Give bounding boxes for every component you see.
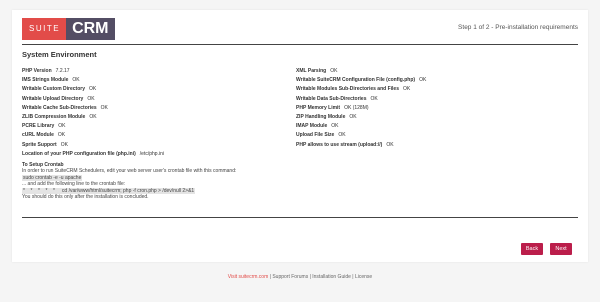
check-value: OK [419, 77, 427, 84]
check-row: Writable Upload Directory OK [22, 95, 292, 104]
check-row: PHP Memory Limit OK (128M) [296, 104, 576, 113]
check-label: Writable Custom Directory [22, 86, 85, 93]
right-checks: XML Parsing OK Writable SuiteCRM Configur… [296, 67, 576, 150]
check-value: OK (128M) [344, 104, 369, 111]
check-label: PCRE Library [22, 123, 55, 130]
footer: Visit suitecrm.com | Support Forums | In… [0, 274, 600, 280]
check-value: OK [100, 104, 108, 111]
check-row: PCRE Library OK [22, 122, 292, 131]
suitecrm-logo: SUITE CRM [22, 18, 115, 40]
check-label: Writable Cache Sub-Directories [22, 104, 97, 111]
check-value: OK [57, 132, 66, 139]
check-label: Writable SuiteCRM Configuration File (co… [296, 77, 416, 84]
check-label: Upload File Size [296, 132, 335, 139]
check-value: OK [386, 141, 394, 148]
logo-suite-text: SUITE [22, 18, 67, 40]
check-label: PHP Memory Limit [296, 104, 341, 111]
crontab-line-3: You should do this only after the instal… [22, 194, 149, 201]
check-row: Upload File Size OK [296, 131, 576, 140]
check-value: OK [402, 86, 411, 93]
section-title: System Environment [22, 50, 97, 59]
divider-top [22, 44, 578, 45]
check-row: IMAP Module OK [296, 122, 576, 131]
logo-crm-text: CRM [66, 18, 115, 40]
check-value: OK [349, 113, 357, 120]
check-label: IMS Strings Module [22, 77, 69, 84]
check-row: Writable Modules Sub-Directories and Fil… [296, 85, 576, 94]
check-row: XML Parsing OK [296, 67, 576, 76]
check-value: OK [89, 113, 97, 120]
check-value: OK [72, 77, 80, 84]
check-row: cURL Module OK [22, 131, 292, 140]
next-button[interactable]: Next [550, 243, 572, 255]
check-label: ZLIB Compression Module [22, 113, 86, 120]
check-row: Writable SuiteCRM Configuration File (co… [296, 76, 576, 85]
check-value: OK [58, 123, 66, 130]
check-label: Sprite Support [22, 141, 57, 148]
check-value: OK [330, 68, 338, 74]
left-checks: PHP Version 7.2.17 IMS Strings Module OK W… [22, 67, 292, 159]
check-row: PHP Version 7.2.17 [22, 67, 292, 76]
check-value: OK [370, 95, 378, 102]
step-indicator: Step 1 of 2 - Pre-installation requireme… [458, 24, 578, 31]
check-value: OK [88, 86, 97, 93]
check-row: PHP allows to use stream (upload://) OK [296, 141, 576, 150]
check-label: PHP Version [22, 68, 52, 74]
check-row: ZIP Handling Module OK [296, 113, 576, 122]
back-button[interactable]: Back [521, 243, 543, 255]
check-value: OK [331, 123, 339, 130]
check-label: IMAP Module [296, 123, 328, 130]
check-value: /etc/php.ini [139, 150, 164, 157]
check-value: OK [87, 95, 95, 102]
check-label: Writable Modules Sub-Directories and Fil… [296, 86, 399, 93]
check-row: Writable Custom Directory OK [22, 85, 292, 94]
check-row: Writable Data Sub-Directories OK [296, 95, 576, 104]
check-label: ZIP Handling Module [296, 113, 346, 120]
check-label: Writable Data Sub-Directories [296, 95, 367, 102]
footer-visit-link[interactable]: Visit suitecrm.com [228, 274, 268, 280]
footer-links[interactable]: | Support Forums | Installation Guide | … [268, 274, 373, 280]
check-label: cURL Module [22, 132, 54, 139]
check-row: Sprite Support OK [22, 141, 292, 150]
check-label: Writable Upload Directory [22, 95, 84, 102]
header: SUITE CRM Step 1 of 2 - Pre-installation… [22, 18, 578, 40]
check-label: XML Parsing [296, 68, 327, 74]
crontab-line-1: In order to run SuiteCRM Schedulers, edi… [22, 168, 237, 175]
check-value: OK [338, 132, 346, 139]
crontab-command-1: sudo crontab -e -u apache [22, 174, 83, 181]
crontab-command-2: * * * * * cd /var/www/html/suitecrm; php… [22, 187, 196, 194]
check-value: 7.2.17 [55, 68, 70, 74]
crontab-instructions: To Setup Crontab In order to run SuiteCR… [22, 162, 236, 200]
check-row: ZLIB Compression Module OK [22, 113, 292, 122]
check-row: Writable Cache Sub-Directories OK [22, 104, 292, 113]
check-row: IMS Strings Module OK [22, 76, 292, 85]
check-label: Location of your PHP configuration file … [22, 150, 136, 157]
check-label: PHP allows to use stream (upload://) [296, 141, 383, 148]
check-row: Location of your PHP configuration file … [22, 150, 292, 159]
check-value: OK [60, 141, 68, 148]
divider-bottom [22, 217, 578, 218]
installer-card: SUITE CRM Step 1 of 2 - Pre-installation… [12, 10, 588, 262]
